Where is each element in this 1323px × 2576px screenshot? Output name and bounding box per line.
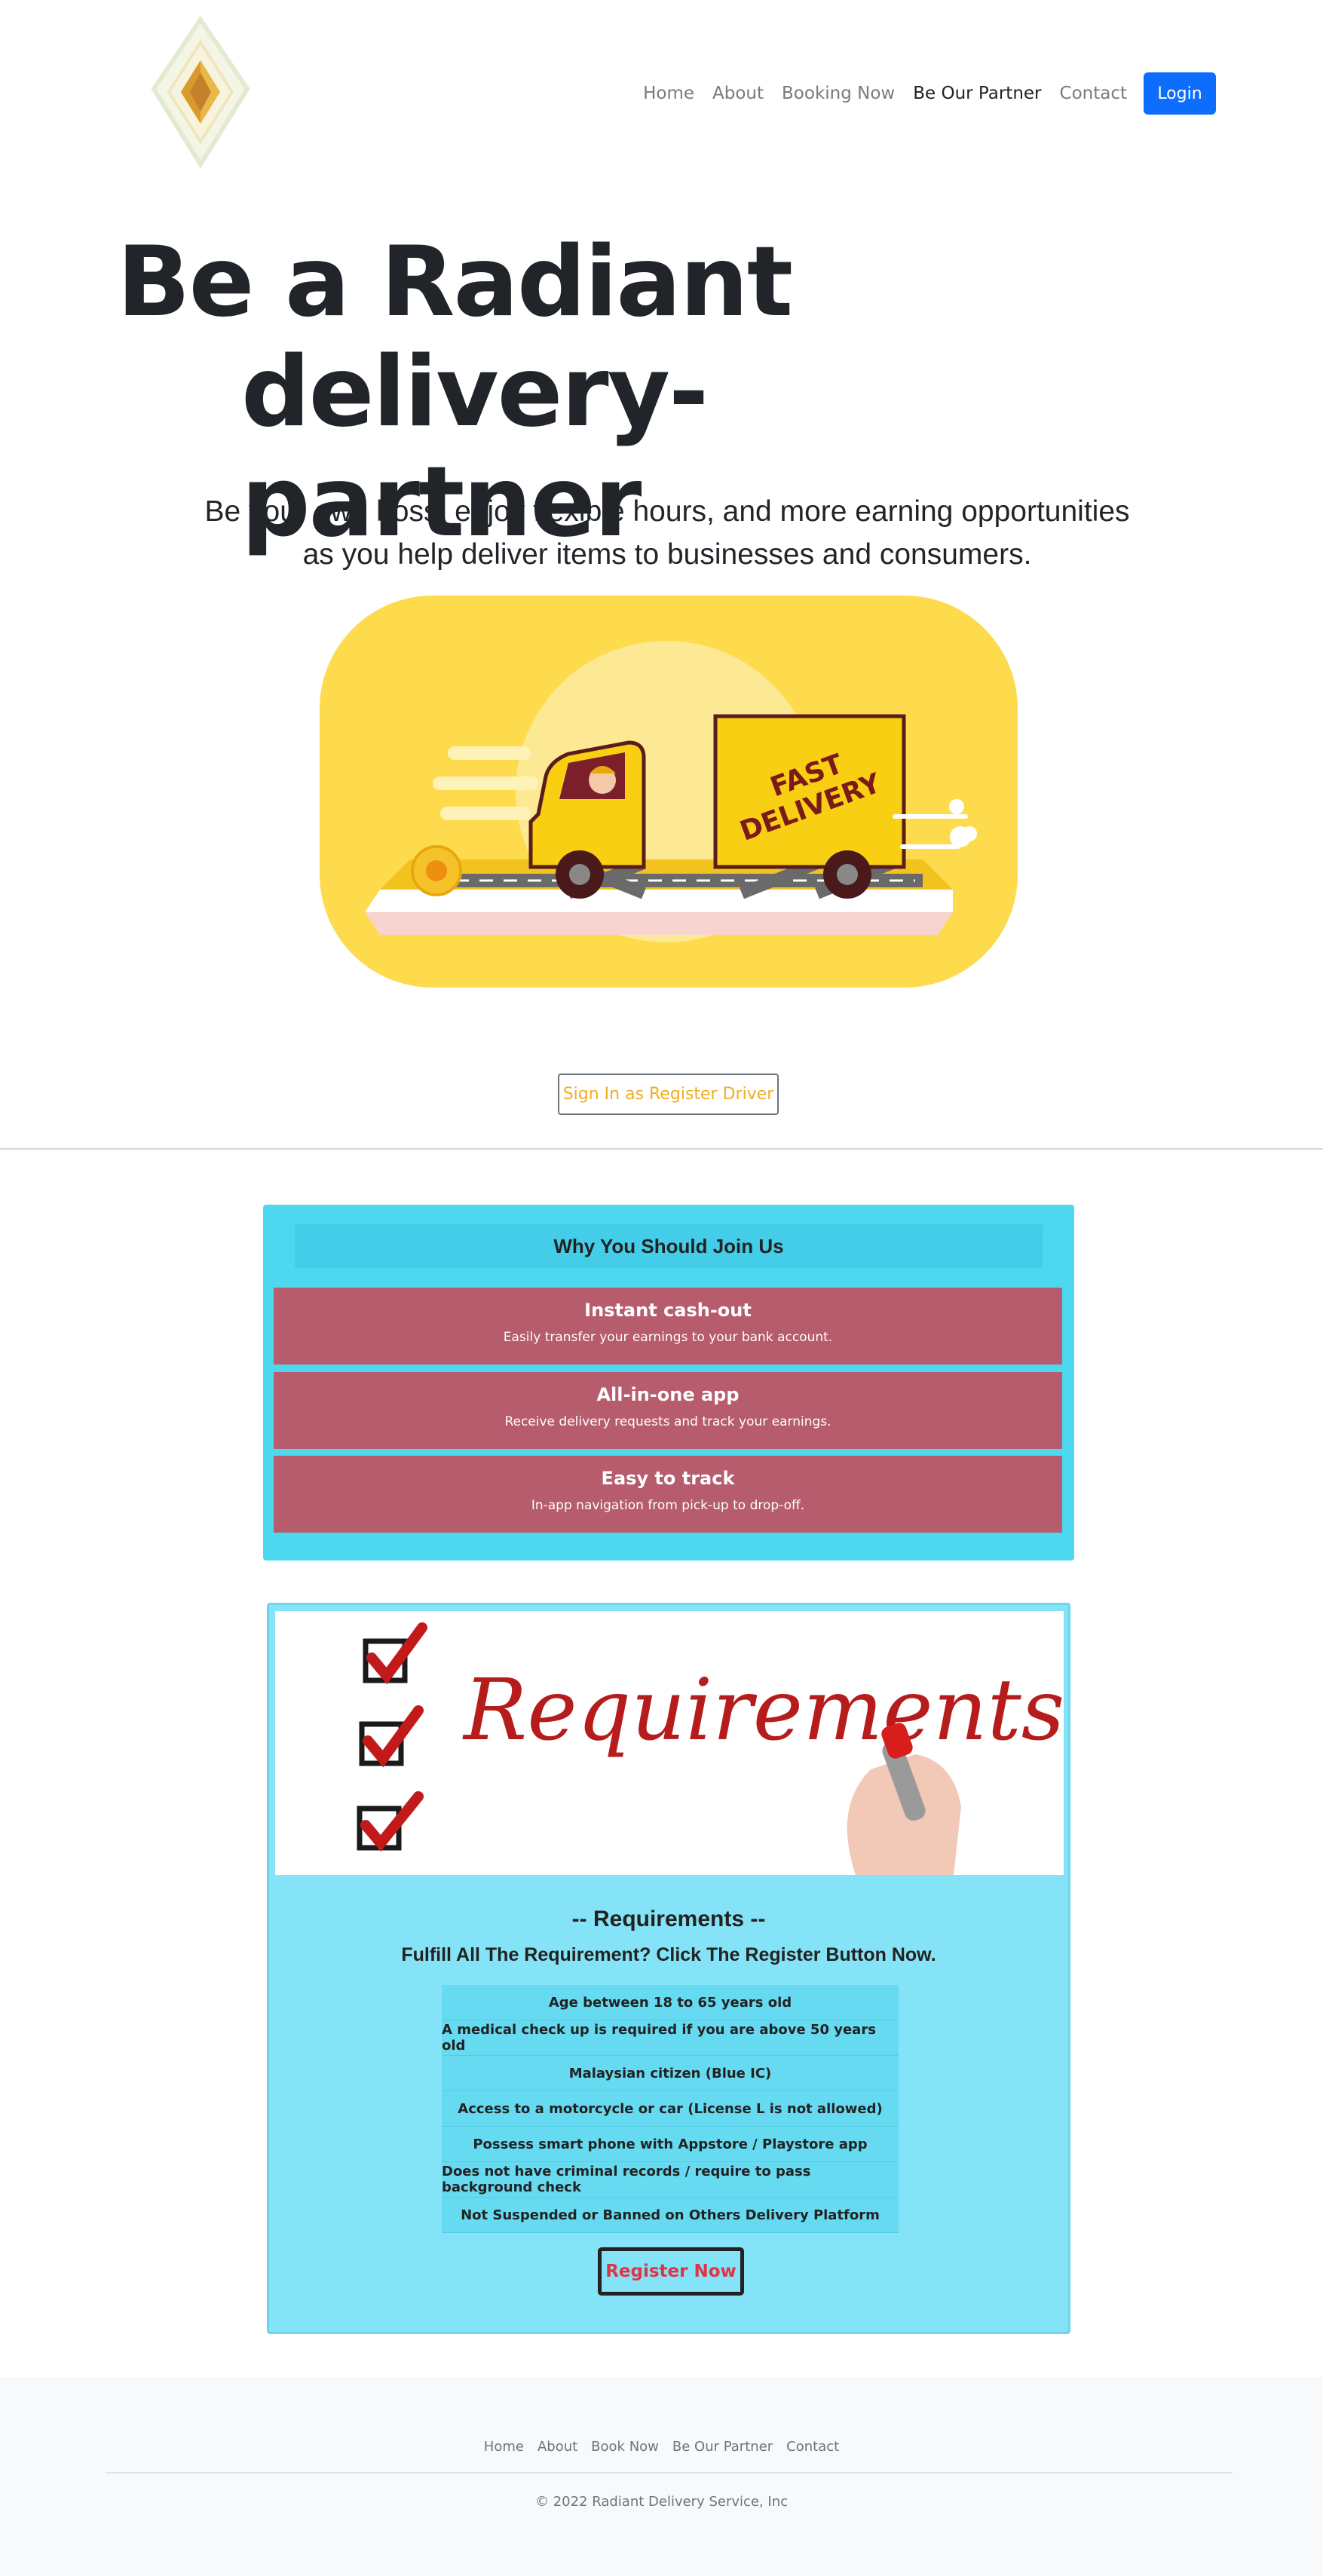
why-join-panel: Why You Should Join Us Instant cash-out … — [263, 1205, 1074, 1561]
benefit-card: Instant cash-out Easily transfer your ea… — [274, 1288, 1062, 1365]
requirement-item: Access to a motorcycle or car (License L… — [442, 2091, 899, 2127]
benefit-desc: In-app navigation from pick-up to drop-o… — [531, 1498, 805, 1513]
requirements-banner-text: Requirements — [462, 1662, 1064, 1760]
requirement-item: Possess smart phone with Appstore / Play… — [442, 2127, 899, 2162]
nav-booking-now[interactable]: Booking Now — [782, 84, 895, 103]
requirements-panel: Requirements -- Requirements -- Fulfill … — [267, 1603, 1070, 2334]
requirements-list: Age between 18 to 65 years old A medical… — [442, 1985, 899, 2233]
copyright-text: © 2022 Radiant Delivery Service, Inc — [534, 2494, 789, 2510]
section-divider — [0, 1148, 1323, 1150]
requirements-title: -- Requirements -- — [571, 1907, 766, 1931]
footer: Home About Book Now Be Our Partner Conta… — [0, 2377, 1323, 2576]
hero-subtitle: Be your own boss, enjoy flexible hours, … — [204, 495, 1130, 571]
benefit-card: Easy to track In-app navigation from pic… — [274, 1456, 1062, 1533]
nav-contact[interactable]: Contact — [1060, 84, 1127, 103]
main-nav: Home About Booking Now Be Our Partner Co… — [625, 72, 1216, 115]
requirements-banner-image: Requirements — [275, 1611, 1064, 1875]
benefit-desc: Receive delivery requests and track your… — [504, 1414, 831, 1429]
footer-link-home[interactable]: Home — [484, 2439, 524, 2455]
login-button[interactable]: Login — [1144, 72, 1216, 115]
sign-in-driver-button[interactable]: Sign In as Register Driver — [558, 1074, 779, 1115]
benefit-desc: Easily transfer your earnings to your ba… — [503, 1330, 833, 1345]
footer-nav: Home About Book Now Be Our Partner Conta… — [0, 2439, 1323, 2455]
why-join-heading: Why You Should Join Us — [295, 1224, 1043, 1268]
requirement-item: Does not have criminal records / require… — [442, 2162, 899, 2198]
register-now-button[interactable]: Register Now — [598, 2247, 744, 2296]
requirement-item: Not Suspended or Banned on Others Delive… — [442, 2198, 899, 2233]
benefit-title: All-in-one app — [596, 1384, 740, 1405]
delivery-truck-illustration: FAST DELIVERY — [320, 596, 1018, 988]
requirements-subtitle: Fulfill All The Requirement? Click The R… — [401, 1944, 936, 1965]
nav-be-our-partner[interactable]: Be Our Partner — [913, 84, 1041, 103]
benefit-title: Instant cash-out — [584, 1300, 752, 1321]
footer-link-be-our-partner[interactable]: Be Our Partner — [672, 2439, 773, 2455]
requirement-item: A medical check up is required if you ar… — [442, 2020, 899, 2056]
hero-title-line1: Be a Radiant — [117, 226, 793, 338]
footer-divider — [106, 2472, 1233, 2473]
benefit-title: Easy to track — [601, 1468, 735, 1489]
navbar: Home About Booking Now Be Our Partner Co… — [0, 0, 1323, 181]
brand-logo[interactable] — [148, 15, 253, 172]
nav-about[interactable]: About — [712, 84, 764, 103]
requirement-item: Malaysian citizen (Blue IC) — [442, 2056, 899, 2091]
footer-link-contact[interactable]: Contact — [786, 2439, 839, 2455]
nav-home[interactable]: Home — [643, 84, 694, 103]
footer-link-about[interactable]: About — [537, 2439, 577, 2455]
footer-link-book-now[interactable]: Book Now — [591, 2439, 659, 2455]
benefit-card: All-in-one app Receive delivery requests… — [274, 1372, 1062, 1449]
requirement-item: Age between 18 to 65 years old — [442, 1985, 899, 2020]
